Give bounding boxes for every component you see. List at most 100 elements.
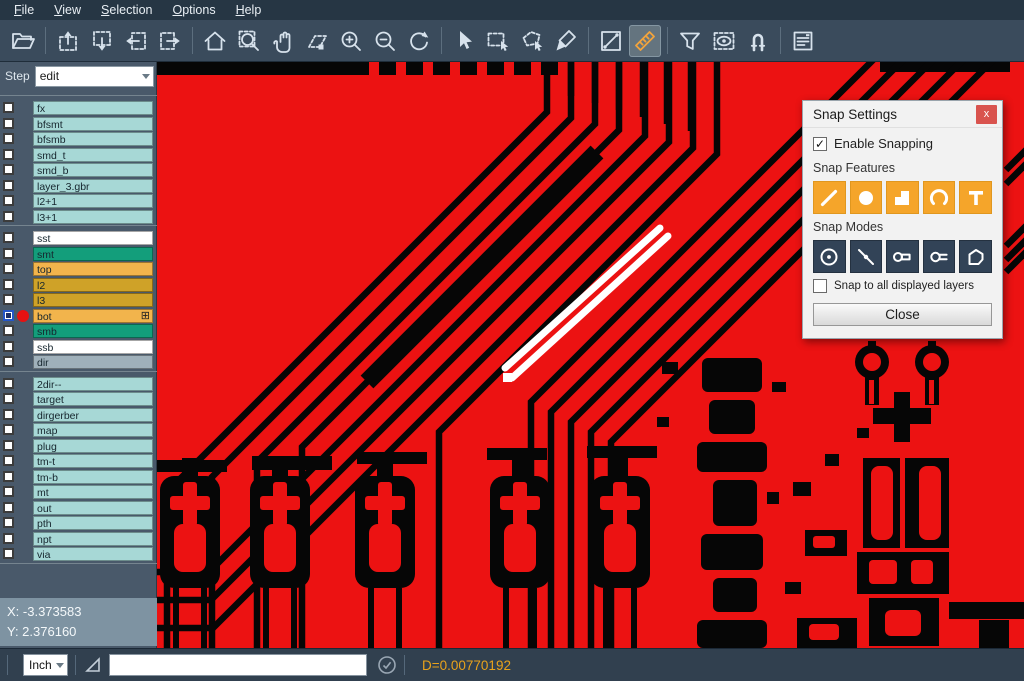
checkbox-checked[interactable]: ✓ <box>813 137 827 151</box>
layer-name[interactable]: dir <box>33 355 153 369</box>
layer-checkbox[interactable] <box>3 294 14 305</box>
layer-checkbox[interactable] <box>3 133 14 144</box>
layer-checkbox[interactable] <box>3 424 14 435</box>
close-icon[interactable]: x <box>976 105 997 124</box>
apply-check-icon[interactable] <box>377 655 397 675</box>
layer-row-target[interactable]: target <box>0 392 157 406</box>
snap-mode-vertex-icon[interactable] <box>959 240 992 273</box>
layer-checkbox[interactable] <box>3 517 14 528</box>
pan-icon[interactable] <box>267 25 299 57</box>
close-button[interactable]: Close <box>813 303 992 326</box>
snap-feature-text-icon[interactable] <box>959 181 992 214</box>
layer-row-l3[interactable]: l3 <box>0 293 157 307</box>
menu-help[interactable]: Help <box>226 1 272 19</box>
layer-checkbox[interactable] <box>3 164 14 175</box>
layer-row-npt[interactable]: npt <box>0 532 157 546</box>
layer-name[interactable]: smd_t <box>33 148 153 162</box>
layer-name[interactable]: tm-t <box>33 454 153 468</box>
layer-name[interactable]: plug <box>33 439 153 453</box>
layer-name[interactable]: npt <box>33 532 153 546</box>
layer-checkbox[interactable] <box>3 393 14 404</box>
layer-name[interactable]: dirgerber <box>33 408 153 422</box>
measure-icon[interactable] <box>595 25 627 57</box>
shift-up-icon[interactable] <box>52 25 84 57</box>
layer-name[interactable]: pth <box>33 516 153 530</box>
unit-select[interactable]: Inch <box>23 654 68 676</box>
layer-row-smd_b[interactable]: smd_b <box>0 163 157 177</box>
layer-row-layer_3.gbr[interactable]: layer_3.gbr <box>0 179 157 193</box>
layer-checkbox[interactable] <box>3 279 14 290</box>
menu-view[interactable]: View <box>44 1 91 19</box>
layer-row-dirgerber[interactable]: dirgerber <box>0 408 157 422</box>
layer-name[interactable]: l3+1 <box>33 210 153 224</box>
menu-options[interactable]: Options <box>162 1 225 19</box>
layer-checkbox[interactable] <box>3 486 14 497</box>
menu-file[interactable]: File <box>4 1 44 19</box>
select-poly-icon[interactable] <box>516 25 548 57</box>
transform-icon[interactable] <box>301 25 333 57</box>
shift-left-icon[interactable] <box>120 25 152 57</box>
layer-row-l3+1[interactable]: l3+1 <box>0 210 157 224</box>
layer-row-l2+1[interactable]: l2+1 <box>0 194 157 208</box>
layer-name[interactable]: mt <box>33 485 153 499</box>
layer-checkbox[interactable] <box>3 102 14 113</box>
layer-checkbox-selected[interactable] <box>3 310 14 321</box>
home-icon[interactable] <box>199 25 231 57</box>
layer-name[interactable]: bfsmb <box>33 132 153 146</box>
snap-feature-line-icon[interactable] <box>813 181 846 214</box>
layer-row-fx[interactable]: fx <box>0 101 157 115</box>
step-select[interactable]: edit <box>35 66 154 87</box>
menu-selection[interactable]: Selection <box>91 1 162 19</box>
layer-checkbox[interactable] <box>3 325 14 336</box>
snap-feature-pad-icon[interactable] <box>850 181 883 214</box>
command-input[interactable] <box>109 654 367 676</box>
layer-row-smd_t[interactable]: smd_t <box>0 148 157 162</box>
filter-icon[interactable] <box>674 25 706 57</box>
zoom-in-icon[interactable] <box>335 25 367 57</box>
layer-name[interactable]: l2 <box>33 278 153 292</box>
snap-mode-midpoint-icon[interactable] <box>850 240 883 273</box>
layer-checkbox[interactable] <box>3 341 14 352</box>
layer-name[interactable]: 2dir-- <box>33 377 153 391</box>
layer-name[interactable]: smb <box>33 324 153 338</box>
layer-name[interactable]: layer_3.gbr <box>33 179 153 193</box>
layer-name[interactable]: tm-b <box>33 470 153 484</box>
checkbox-unchecked[interactable] <box>813 279 827 293</box>
layer-checkbox[interactable] <box>3 118 14 129</box>
snap-feature-surface-icon[interactable] <box>886 181 919 214</box>
layer-row-via[interactable]: via <box>0 547 157 561</box>
panel-icon[interactable] <box>787 25 819 57</box>
layer-name[interactable]: smt <box>33 247 153 261</box>
layer-name[interactable]: map <box>33 423 153 437</box>
layer-row-smb[interactable]: smb <box>0 324 157 338</box>
layer-name[interactable]: l2+1 <box>33 194 153 208</box>
zoom-out-icon[interactable] <box>369 25 401 57</box>
layer-checkbox[interactable] <box>3 195 14 206</box>
layer-row-map[interactable]: map <box>0 423 157 437</box>
layer-name[interactable]: bfsmt <box>33 117 153 131</box>
layer-checkbox[interactable] <box>3 263 14 274</box>
layer-checkbox[interactable] <box>3 211 14 222</box>
folder-open-icon[interactable] <box>7 25 39 57</box>
grid-badge-icon[interactable]: ⊞ <box>141 309 150 322</box>
layer-checkbox[interactable] <box>3 248 14 259</box>
layer-name[interactable]: l3 <box>33 293 153 307</box>
layer-row-bfsmt[interactable]: bfsmt <box>0 117 157 131</box>
layer-row-2dir--[interactable]: 2dir-- <box>0 377 157 391</box>
layer-checkbox[interactable] <box>3 356 14 367</box>
layer-row-top[interactable]: top <box>0 262 157 276</box>
snap-mode-center-icon[interactable] <box>813 240 846 273</box>
layer-checkbox[interactable] <box>3 471 14 482</box>
zoom-undo-icon[interactable] <box>403 25 435 57</box>
layer-row-l2[interactable]: l2 <box>0 278 157 292</box>
layer-name[interactable]: via <box>33 547 153 561</box>
snap-mode-pad-entry-icon[interactable] <box>886 240 919 273</box>
layer-name[interactable]: target <box>33 392 153 406</box>
layer-row-tm-t[interactable]: tm-t <box>0 454 157 468</box>
enable-snapping-checkbox[interactable]: ✓ Enable Snapping <box>813 136 992 151</box>
layer-name[interactable]: out <box>33 501 153 515</box>
layer-checkbox[interactable] <box>3 378 14 389</box>
layer-row-smt[interactable]: smt <box>0 247 157 261</box>
layer-checkbox[interactable] <box>3 533 14 544</box>
layer-name[interactable]: ssb <box>33 340 153 354</box>
